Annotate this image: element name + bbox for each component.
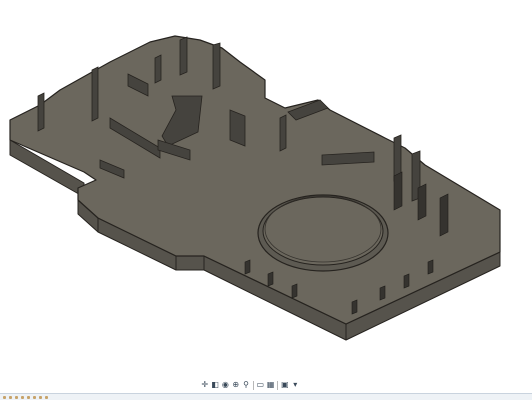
timeline-step[interactable]	[27, 395, 30, 399]
more-icon[interactable]: ▾	[291, 380, 300, 390]
timeline-step[interactable]	[21, 395, 24, 399]
toolbar-separator	[252, 380, 254, 390]
timeline-step[interactable]	[15, 395, 18, 399]
grid-icon[interactable]: ▦	[266, 380, 275, 390]
zoom-icon[interactable]: ⊕	[231, 380, 240, 390]
pan-icon[interactable]: ◧	[210, 380, 219, 390]
floor-plan-model[interactable]	[0, 0, 532, 378]
timeline-step[interactable]	[3, 395, 6, 399]
3d-viewport[interactable]	[0, 0, 532, 378]
floor-plan-outline	[9, 35, 501, 325]
orbit-icon[interactable]: ✛	[200, 380, 209, 390]
circular-platform	[257, 194, 389, 272]
toolbar-separator	[277, 380, 279, 390]
navigation-toolbar: ✛ ◧ ◉ ⊕ ⚲ ▭ ▦ ▣ ▾	[200, 379, 300, 391]
timeline-step[interactable]	[9, 395, 12, 399]
fit-icon[interactable]: ⚲	[241, 380, 250, 390]
timeline-step[interactable]	[33, 395, 36, 399]
timeline-bar[interactable]	[0, 393, 532, 400]
viewports-icon[interactable]: ▣	[280, 380, 289, 390]
timeline-step[interactable]	[45, 395, 48, 399]
look-at-icon[interactable]: ◉	[221, 380, 230, 390]
timeline-step[interactable]	[39, 395, 42, 399]
display-settings-icon[interactable]: ▭	[256, 380, 265, 390]
